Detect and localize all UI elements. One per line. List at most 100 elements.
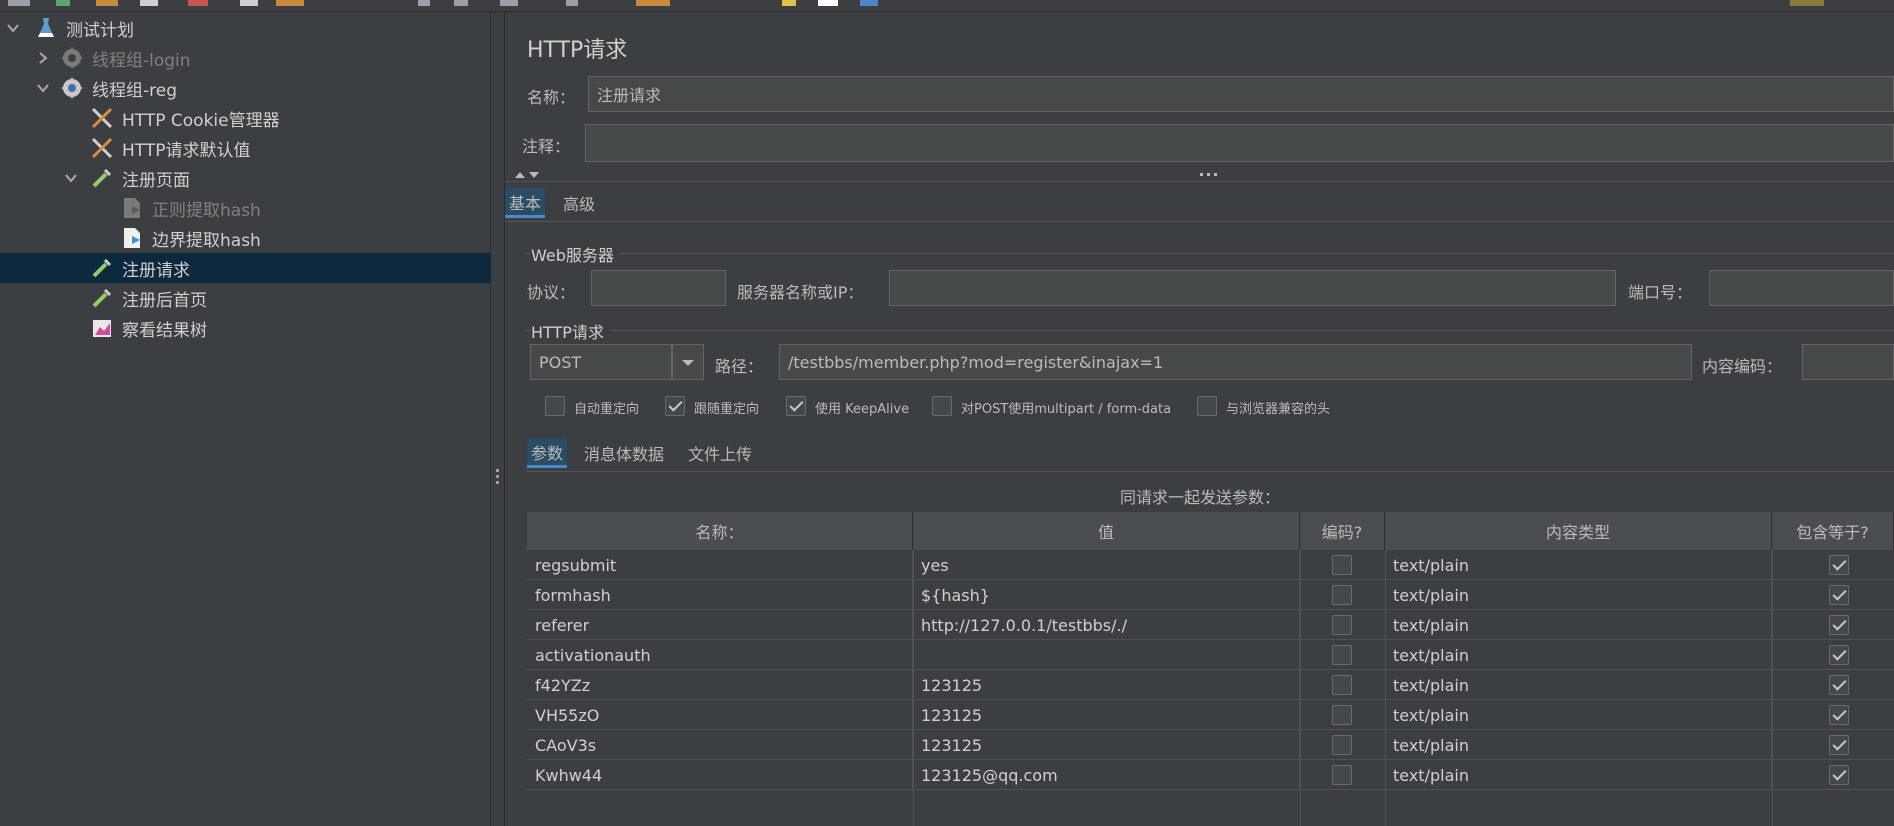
encode-checkbox[interactable] (1332, 705, 1352, 725)
tab-parameters[interactable]: 参数 (527, 438, 568, 468)
include-equals-checkbox[interactable] (1829, 765, 1849, 785)
drag-handle[interactable] (1200, 173, 1220, 177)
tree-item-thread-group-login[interactable]: 线程组-login (0, 43, 491, 73)
content-type-cell[interactable]: text/plain (1385, 550, 1772, 580)
content-type-cell[interactable]: text/plain (1385, 730, 1772, 760)
method-select[interactable]: POST (530, 344, 672, 380)
column-header-encode[interactable]: 编码? (1300, 512, 1385, 550)
server-field[interactable] (889, 270, 1616, 306)
param-value-cell[interactable]: ${hash} (913, 580, 1300, 610)
encode-checkbox[interactable] (1332, 585, 1352, 605)
protocol-field[interactable] (591, 270, 726, 306)
name-field[interactable]: 注册请求 (588, 76, 1894, 112)
tree-item-boundary-extractor[interactable]: 边界提取hash (0, 223, 491, 253)
toolbar-warning-icon[interactable] (1790, 0, 1824, 6)
toolbar-save-icon[interactable] (140, 0, 158, 6)
include-equals-checkbox[interactable] (1829, 675, 1849, 695)
include-equals-checkbox[interactable] (1829, 555, 1849, 575)
port-field[interactable] (1709, 270, 1894, 306)
collapse-down-icon[interactable] (528, 170, 540, 180)
param-value-cell[interactable]: http://127.0.0.1/testbbs/./ (913, 610, 1300, 640)
content-type-cell[interactable]: text/plain (1385, 700, 1772, 730)
table-row[interactable]: CAoV3s 123125 text/plain (527, 730, 1894, 760)
tree-item-results-tree[interactable]: 察看结果树 (0, 313, 491, 343)
content-type-cell[interactable]: text/plain (1385, 610, 1772, 640)
toolbar-start-icon[interactable] (566, 0, 578, 6)
param-value-cell[interactable] (913, 640, 1300, 670)
toolbar-expand-icon[interactable] (418, 0, 430, 6)
tree-item-thread-group-reg[interactable]: 线程组-reg (0, 73, 491, 103)
chevron-down-icon[interactable] (6, 21, 20, 35)
content-type-cell[interactable]: text/plain (1385, 670, 1772, 700)
content-type-cell[interactable]: text/plain (1385, 640, 1772, 670)
include-equals-checkbox[interactable] (1829, 705, 1849, 725)
toolbar-collapse-icon[interactable] (454, 0, 468, 6)
chevron-down-icon[interactable] (64, 171, 78, 185)
table-row[interactable]: activationauth text/plain (527, 640, 1894, 670)
param-value-cell[interactable]: 123125 (913, 730, 1300, 760)
param-value-cell[interactable]: 123125@qq.com (913, 760, 1300, 790)
tab-file-upload[interactable]: 文件上传 (688, 438, 752, 468)
table-row[interactable]: VH55zO 123125 text/plain (527, 700, 1894, 730)
method-dropdown-button[interactable] (672, 344, 704, 380)
encode-checkbox[interactable] (1332, 675, 1352, 695)
column-header-name[interactable]: 名称： (527, 512, 913, 550)
table-row[interactable]: regsubmit yes text/plain (527, 550, 1894, 580)
column-header-value[interactable]: 值 (913, 512, 1300, 550)
encode-checkbox[interactable] (1332, 555, 1352, 575)
path-field[interactable]: /testbbs/member.php?mod=register&inajax=… (779, 344, 1692, 380)
column-header-content-type[interactable]: 内容类型 (1385, 512, 1772, 550)
keepalive-checkbox[interactable] (786, 396, 806, 416)
tree-item-test-plan[interactable]: 测试计划 (0, 13, 491, 43)
param-value-cell[interactable]: yes (913, 550, 1300, 580)
param-name-cell[interactable]: f42YZz (527, 670, 913, 700)
content-type-cell[interactable]: text/plain (1385, 580, 1772, 610)
table-row[interactable]: referer http://127.0.0.1/testbbs/./ text… (527, 610, 1894, 640)
encode-checkbox[interactable] (1332, 765, 1352, 785)
param-name-cell[interactable]: regsubmit (527, 550, 913, 580)
tree-item-after-register-home[interactable]: 注册后首页 (0, 283, 491, 313)
collapse-up-icon[interactable] (514, 170, 526, 180)
tree-item-cookie-manager[interactable]: HTTP Cookie管理器 (0, 103, 491, 133)
browser-headers-checkbox[interactable] (1197, 396, 1217, 416)
chevron-right-icon[interactable] (36, 51, 50, 65)
table-row[interactable]: f42YZz 123125 text/plain (527, 670, 1894, 700)
content-type-cell[interactable]: text/plain (1385, 760, 1772, 790)
toolbar-search-icon[interactable] (782, 0, 796, 6)
table-row[interactable]: formhash ${hash} text/plain (527, 580, 1894, 610)
tree-item-register-page[interactable]: 注册页面 (0, 163, 491, 193)
toolbar-template-icon[interactable] (56, 0, 70, 6)
tab-body-data[interactable]: 消息体数据 (584, 438, 664, 468)
auto-redirect-checkbox[interactable] (545, 396, 565, 416)
encoding-field[interactable] (1802, 344, 1894, 380)
param-value-cell[interactable]: 123125 (913, 700, 1300, 730)
param-name-cell[interactable]: activationauth (527, 640, 913, 670)
encode-checkbox[interactable] (1332, 645, 1352, 665)
param-name-cell[interactable]: referer (527, 610, 913, 640)
tab-advanced[interactable]: 高级 (563, 188, 595, 218)
toolbar-clear-icon[interactable] (636, 0, 670, 6)
toolbar-reset-icon[interactable] (818, 0, 838, 6)
param-name-cell[interactable]: Kwhw44 (527, 760, 913, 790)
toolbar-paste-icon[interactable] (276, 0, 304, 6)
param-value-cell[interactable]: 123125 (913, 670, 1300, 700)
follow-redirect-checkbox[interactable] (665, 396, 685, 416)
include-equals-checkbox[interactable] (1829, 735, 1849, 755)
param-name-cell[interactable]: CAoV3s (527, 730, 913, 760)
chevron-down-icon[interactable] (36, 81, 50, 95)
toolbar-open-icon[interactable] (96, 0, 118, 6)
tree-item-http-defaults[interactable]: HTTP请求默认值 (0, 133, 491, 163)
column-header-include-equals[interactable]: 包含等于? (1772, 512, 1894, 550)
toolbar-copy-icon[interactable] (240, 0, 258, 6)
param-name-cell[interactable]: VH55zO (527, 700, 913, 730)
tree-item-register-request[interactable]: 注册请求 (0, 253, 491, 283)
comment-field[interactable] (585, 124, 1894, 162)
multipart-checkbox[interactable] (932, 396, 952, 416)
include-equals-checkbox[interactable] (1829, 585, 1849, 605)
include-equals-checkbox[interactable] (1829, 615, 1849, 635)
panel-splitter[interactable] (491, 12, 505, 826)
table-row[interactable]: Kwhw44 123125@qq.com text/plain (527, 760, 1894, 790)
toolbar-cut-icon[interactable] (188, 0, 208, 6)
toolbar-new-icon[interactable] (8, 0, 30, 6)
param-name-cell[interactable]: formhash (527, 580, 913, 610)
